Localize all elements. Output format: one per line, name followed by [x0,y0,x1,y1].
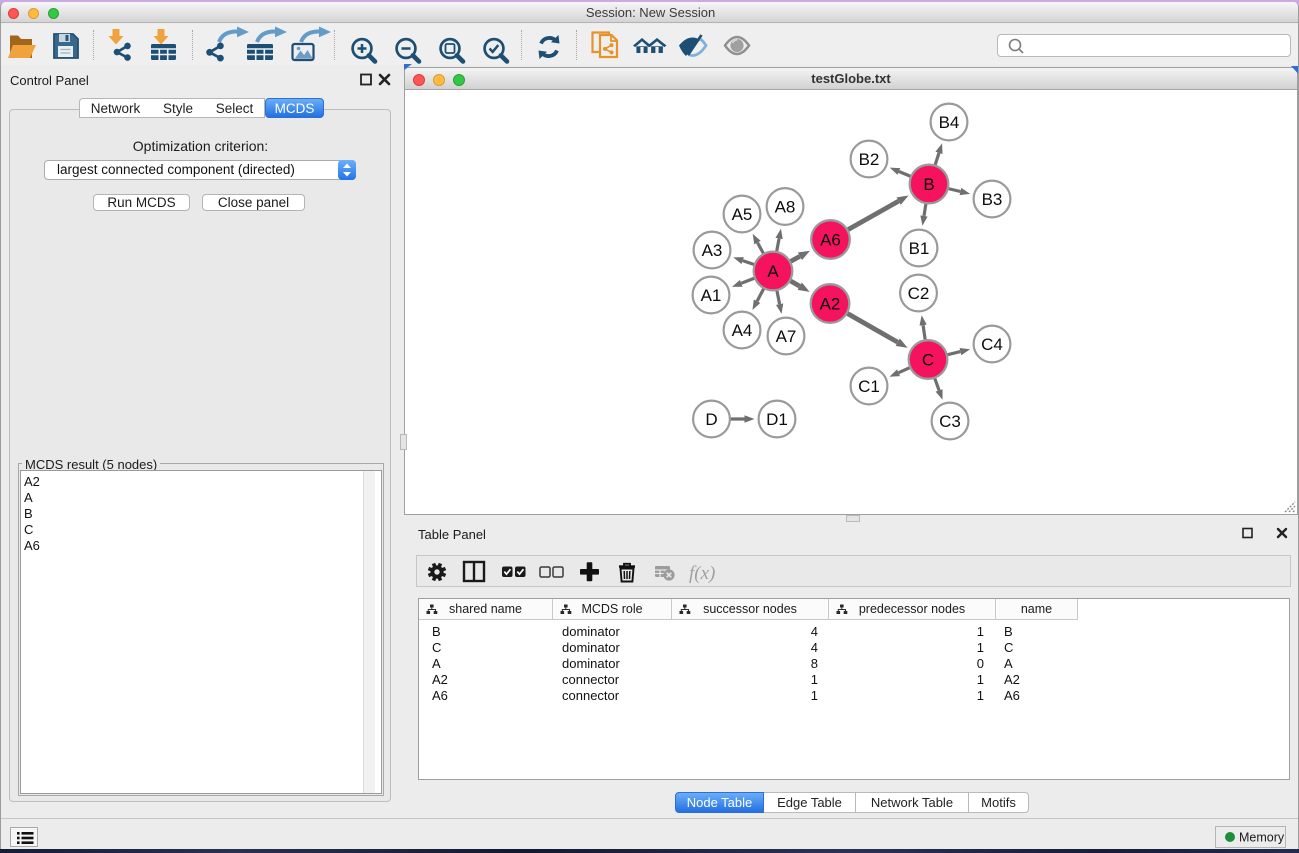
svg-text:C: C [922,351,934,370]
svg-text:B: B [923,175,934,194]
svg-text:C4: C4 [981,335,1003,354]
svg-text:B3: B3 [982,190,1003,209]
svg-text:D1: D1 [766,410,788,429]
svg-text:A1: A1 [701,286,722,305]
svg-text:A4: A4 [732,321,753,340]
svg-text:A5: A5 [732,205,753,224]
svg-text:B1: B1 [909,239,930,258]
svg-text:f(x): f(x) [689,563,715,584]
svg-text:B4: B4 [939,113,960,132]
svg-text:A8: A8 [775,198,796,217]
svg-text:A7: A7 [776,327,797,346]
svg-text:D: D [705,410,717,429]
svg-text:A: A [767,262,779,281]
svg-text:A2: A2 [820,295,841,314]
svg-text:A6: A6 [820,231,841,250]
svg-text:C1: C1 [858,377,880,396]
svg-text:Memory: Memory [1239,831,1285,845]
svg-text:C3: C3 [939,412,961,431]
svg-text:A3: A3 [702,241,723,260]
svg-text:B2: B2 [859,150,880,169]
svg-text:C2: C2 [908,284,930,303]
